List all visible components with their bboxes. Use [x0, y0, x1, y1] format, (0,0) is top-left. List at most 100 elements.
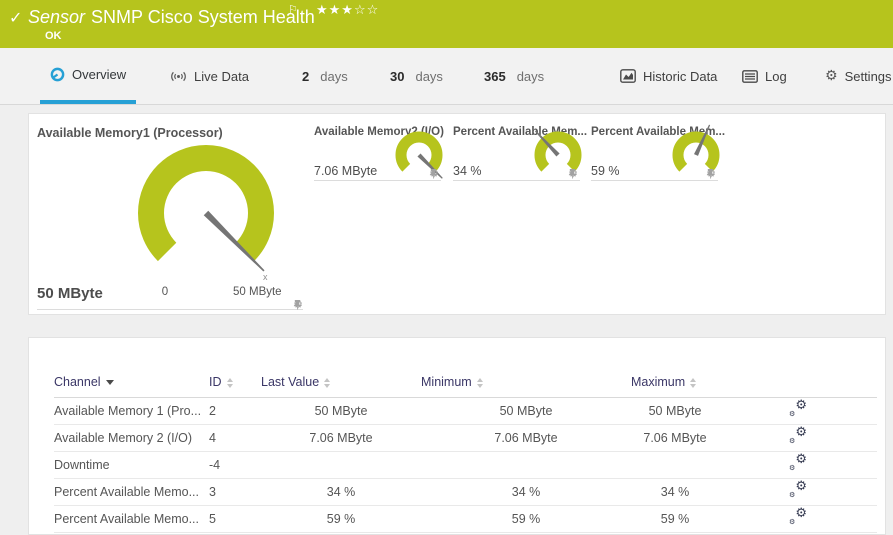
tab-label: Live Data: [194, 69, 249, 84]
live-data-icon: [170, 70, 187, 83]
tab-label: Historic Data: [643, 69, 717, 84]
channel-settings-gears-icon[interactable]: ⚙⚙: [789, 428, 807, 444]
gauge-value: 50 MByte: [37, 285, 103, 302]
table-header-row: Channel ID Last Value Minimum Maximum: [54, 368, 877, 397]
gauge-cell-available-memory2: Available Memory2 (I/O) 7.06 MByte ⚙: [314, 126, 441, 181]
table-row: Available Memory 2 (I/O) 4 7.06 MByte 7.…: [54, 424, 877, 451]
tab-label: Overview: [72, 67, 126, 82]
sensor-name: SNMP Cisco System Health: [91, 7, 315, 27]
log-icon: [742, 70, 758, 83]
tab-days-number: 30: [390, 69, 404, 84]
priority-stars[interactable]: ★★★☆☆: [316, 3, 379, 18]
gauge-cell-actions: ⚙: [706, 168, 716, 179]
gauge-cell-actions: ⚙: [568, 168, 578, 179]
status-ok-check-icon: ✓: [9, 8, 22, 27]
tab-days-unit: days: [320, 69, 347, 84]
settings-gear-icon: ⚙: [825, 68, 838, 84]
gauges-panel: Available Memory1 (Processor) 0 50 MByte…: [28, 113, 886, 315]
column-header-id[interactable]: ID: [209, 368, 261, 397]
pin-icon[interactable]: [429, 168, 438, 179]
gauge-cell-percent-memory-1: Percent Available Mem... 34 % ⚙: [453, 126, 580, 181]
table-row: Percent Available Memo... 5 59 % 59 % 59…: [54, 505, 877, 532]
cell-id: 3: [209, 478, 261, 505]
gauge-value: 59 %: [591, 164, 620, 178]
cell-id: -4: [209, 451, 261, 478]
cell-id: 2: [209, 397, 261, 424]
cell-maximum: [631, 451, 719, 478]
cell-last-value: 34 %: [261, 478, 421, 505]
cell-maximum: 59 %: [631, 505, 719, 532]
column-header-minimum[interactable]: Minimum: [421, 368, 631, 397]
priority-flag-icon[interactable]: ⚐: [288, 3, 298, 16]
channel-settings-gears-icon[interactable]: ⚙⚙: [789, 509, 807, 525]
sensor-kind-label: Sensor: [28, 7, 85, 27]
channel-table-panel: Channel ID Last Value Minimum Maximum Av…: [28, 337, 886, 535]
tab-days-unit: days: [517, 69, 544, 84]
sort-icon: [477, 378, 483, 388]
sort-icon: [227, 378, 233, 388]
channel-settings-gears-icon[interactable]: ⚙⚙: [789, 482, 807, 498]
cell-last-value: 7.06 MByte: [261, 424, 421, 451]
cell-id: 4: [209, 424, 261, 451]
tab-bar: Overview Live Data 2 days 30 days 365 da…: [0, 48, 893, 105]
tab-historic-data[interactable]: Historic Data: [610, 48, 727, 104]
sort-desc-icon: [106, 380, 114, 385]
table-row: Downtime -4 ⚙⚙: [54, 451, 877, 478]
historic-chart-icon: [620, 69, 636, 83]
gauge-value: 7.06 MByte: [314, 164, 377, 178]
tab-2-days[interactable]: 2 days: [292, 48, 358, 104]
cell-channel: Percent Available Memo...: [54, 478, 209, 505]
column-header-channel[interactable]: Channel: [54, 368, 209, 397]
table-row: Available Memory 1 (Pro... 2 50 MByte 50…: [54, 397, 877, 424]
column-header-maximum[interactable]: Maximum: [631, 368, 719, 397]
tab-live-data[interactable]: Live Data: [160, 48, 259, 104]
gauge-cell-actions: ⚙: [429, 168, 439, 179]
cell-last-value: 50 MByte: [261, 397, 421, 424]
channel-settings-gears-icon[interactable]: ⚙⚙: [789, 455, 807, 471]
sensor-status-badge: OK: [45, 30, 62, 42]
pin-icon[interactable]: [706, 168, 715, 179]
tab-365-days[interactable]: 365 days: [474, 48, 554, 104]
tab-30-days[interactable]: 30 days: [380, 48, 453, 104]
table-row: Percent Available Memo... 3 34 % 34 % 34…: [54, 478, 877, 505]
gauge-icon: [50, 67, 65, 82]
stars-filled: ★★★: [316, 3, 354, 18]
cell-minimum: [421, 451, 631, 478]
tab-days-number: 2: [302, 69, 309, 84]
cell-minimum: 59 %: [421, 505, 631, 532]
sort-icon: [690, 378, 696, 388]
stars-empty: ☆☆: [354, 3, 379, 18]
sort-icon: [324, 378, 330, 388]
sensor-title: Sensor SNMP Cisco System Health: [28, 7, 315, 28]
tab-overview[interactable]: Overview: [40, 48, 136, 104]
channel-settings-gears-icon[interactable]: ⚙⚙: [789, 401, 807, 417]
tab-log[interactable]: Log: [732, 48, 797, 104]
cell-channel: Downtime: [54, 451, 209, 478]
pin-icon[interactable]: [568, 168, 577, 179]
column-header-last-value[interactable]: Last Value: [261, 368, 421, 397]
tab-label: Log: [765, 69, 787, 84]
gauge-value: 34 %: [453, 164, 482, 178]
tab-days-unit: days: [415, 69, 442, 84]
pin-icon[interactable]: [293, 299, 302, 310]
cell-last-value: [261, 451, 421, 478]
gauge-cell-percent-memory-2: Percent Available Mem... 59 % ⚙: [591, 126, 718, 181]
cell-maximum: 34 %: [631, 478, 719, 505]
divider: [37, 309, 303, 310]
cell-maximum: 7.06 MByte: [631, 424, 719, 451]
cell-maximum: 50 MByte: [631, 397, 719, 424]
cell-minimum: 7.06 MByte: [421, 424, 631, 451]
channel-table: Channel ID Last Value Minimum Maximum Av…: [54, 368, 877, 533]
gauge-tip-marker: x: [263, 272, 268, 282]
cell-minimum: 50 MByte: [421, 397, 631, 424]
gauge-max-label: 50 MByte: [233, 286, 282, 298]
tab-settings[interactable]: ⚙ Settings: [815, 48, 893, 104]
cell-id: 5: [209, 505, 261, 532]
gauge-main-cell: Available Memory1 (Processor) 0 50 MByte…: [29, 114, 311, 316]
cell-minimum: 34 %: [421, 478, 631, 505]
cell-last-value: 59 %: [261, 505, 421, 532]
sensor-header-bar: ✓ Sensor SNMP Cisco System Health ⚐ ★★★☆☆…: [0, 0, 893, 48]
gauge-min-label: 0: [155, 286, 175, 298]
cell-channel: Available Memory 2 (I/O): [54, 424, 209, 451]
gauge-cell-actions: ⚙: [293, 299, 303, 310]
